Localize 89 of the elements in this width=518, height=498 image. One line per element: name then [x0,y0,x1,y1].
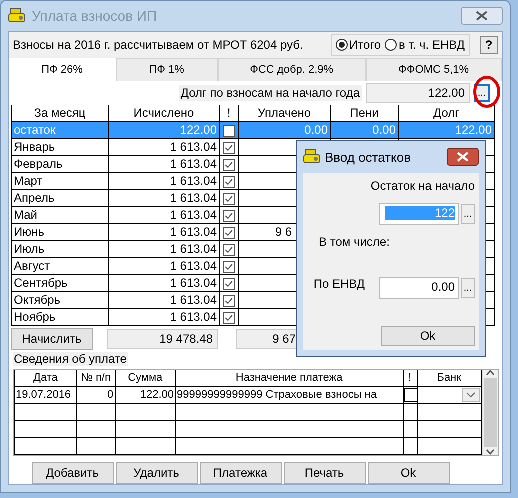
section-label: В том числе: [319,235,390,249]
browse-button[interactable]: ... [461,204,475,224]
checkbox[interactable] [223,210,235,222]
table-cell: Февраль [14,157,63,171]
table-cell: Январь [14,140,56,154]
checkbox[interactable] [223,244,235,256]
scroll-up-icon[interactable] [486,370,496,376]
close-button[interactable] [447,148,479,166]
close-icon [476,11,488,21]
table-cell: Март [14,174,43,188]
table-cell: Апрель [14,191,55,205]
help-button[interactable]: ? [480,36,498,54]
table-cell: 122.00 [140,389,174,401]
table-cell: остаток [14,123,56,137]
section-label: Сведения об уплате [13,352,128,366]
table-cell: 19.07.2016 [16,389,72,401]
checkbox[interactable] [223,260,235,273]
scrollbar[interactable] [482,370,498,455]
table-cell: 1 613.04 [170,276,217,290]
table-cell: 1 613.04 [170,225,217,239]
column-header: Дата [14,370,77,386]
column-header: Назначение платежа [176,370,404,386]
table-cell: 1 613.04 [170,310,217,324]
total-calculated-field: 19 478.48 [107,329,218,349]
action-button[interactable]: Печать [284,462,366,484]
field-label: По ЕНВД [314,277,365,291]
checkbox[interactable] [223,278,235,290]
column-header: Сумма [115,370,176,386]
field-label: Остаток на начало [370,179,475,193]
table-cell: Ноябрь [14,310,56,324]
table-cell: 0 [108,389,114,401]
table-cell: Май [14,208,38,222]
radio-option[interactable]: в т. ч. ЕНВД [385,38,465,52]
column-header: ! [403,370,418,386]
table-cell: 1 613.04 [170,174,217,188]
mrot-info-text: Взносы на 2016 г. рассчитываем от МРОТ 6204 руб. [13,38,304,52]
checkbox[interactable] [223,176,235,188]
tab[interactable]: ПФ 26% [9,58,116,81]
tab[interactable]: ПФ 1% [116,58,218,81]
scroll-down-icon[interactable] [486,449,496,455]
table-cell: 0.00 [372,123,396,137]
checkbox[interactable] [223,142,235,154]
checkbox[interactable] [404,388,416,402]
close-icon [457,152,469,162]
table-cell: Июнь [14,225,45,239]
table-cell: Октябрь [14,293,61,307]
checkbox[interactable] [223,294,235,307]
table-cell: 1 613.04 [170,157,217,171]
radio-option[interactable]: Итого [336,38,381,52]
table-cell: 1 613.04 [170,140,217,154]
annotation-ellipse [472,75,502,109]
dialog-title: Ввод остатков [325,150,411,164]
table-cell: 1 613.04 [170,208,217,222]
table-cell: 0.00 [304,123,328,137]
table-cell: Сентябрь [14,276,68,290]
close-button[interactable] [461,7,503,25]
table-cell: 1 613.04 [170,191,217,205]
window-title: Уплата взносов ИП [32,8,158,24]
table-cell: Август [14,259,50,273]
cash-register-icon [303,149,321,165]
action-button[interactable]: Добавить [32,462,114,484]
action-button[interactable]: Удалить [116,462,198,484]
checkbox[interactable] [223,312,235,324]
table-cell: 1 613.04 [170,293,217,307]
cash-register-icon [8,8,26,24]
tab[interactable]: ФСС добр. 2,9% [218,58,366,81]
table-cell: 1 613.04 [170,259,217,273]
browse-button[interactable]: ... [461,278,475,298]
checkbox[interactable] [223,226,235,239]
checkbox[interactable] [223,124,235,137]
column-header: Банк [417,370,482,386]
input-field[interactable]: 0.00 [379,277,459,299]
checkbox[interactable] [223,158,235,171]
table-cell: 9 6 [275,225,292,239]
action-button[interactable]: Ok [368,462,450,484]
table-cell: 122.00 [180,123,217,137]
column-header: № п/п [76,370,116,386]
calculate-button[interactable]: Начислить [11,328,93,350]
debt-field[interactable]: 122.00 [366,83,470,103]
debt-label: Долг по взносам на начало года [178,85,362,101]
action-button[interactable]: Платежка [200,462,282,484]
table-cell: 1 613.04 [170,242,217,256]
table-cell: 99999999999999 Страховые взносы на [177,389,377,401]
tab[interactable]: ФФОМС 5,1% [366,58,502,81]
table-cell: 122.00 [455,123,492,137]
ok-button[interactable]: Ok [381,326,475,346]
checkbox[interactable] [223,192,235,205]
table-cell: Июль [14,242,45,256]
dropdown-caret-icon[interactable] [462,388,480,402]
